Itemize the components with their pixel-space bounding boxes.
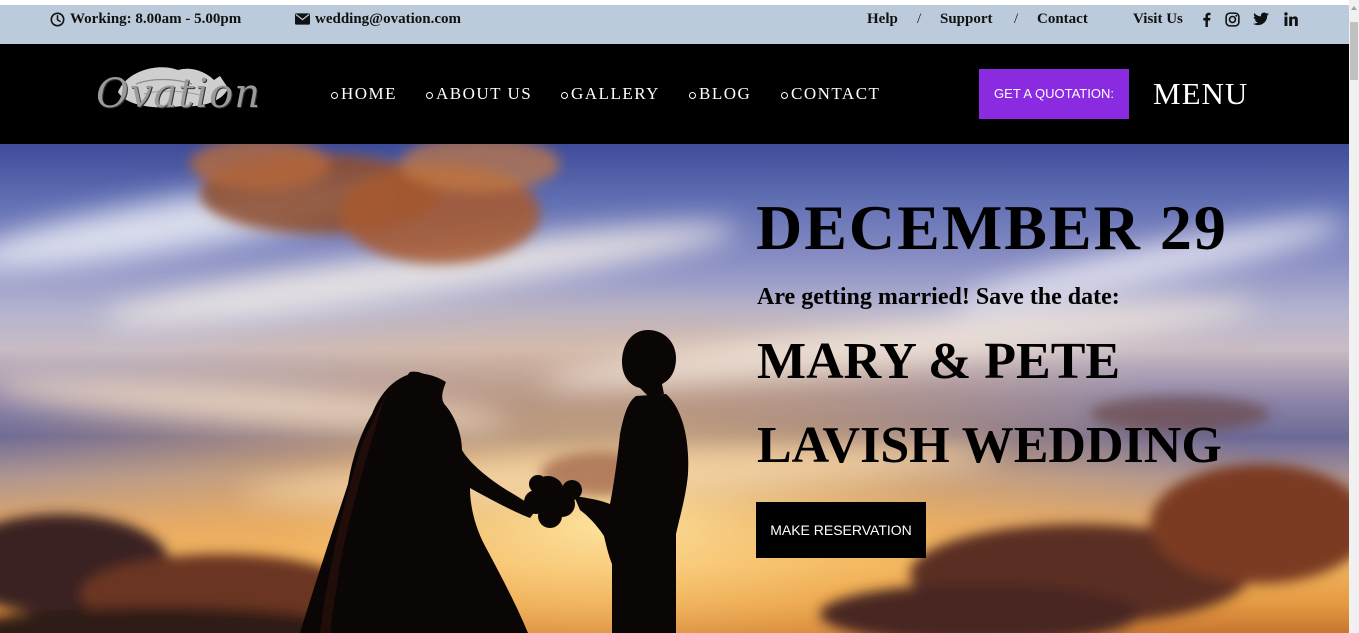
facebook-icon[interactable] xyxy=(1198,10,1214,28)
nav-item-label: GALLERY xyxy=(571,84,660,103)
linkedin-icon[interactable] xyxy=(1283,10,1299,28)
nav-item-label: HOME xyxy=(341,84,398,103)
page: Working: 8.00am - 5.00pm wedding@ovation… xyxy=(0,0,1359,633)
page-scrollbar[interactable] xyxy=(1349,0,1359,633)
nav-item-about-us[interactable]: ABOUT US xyxy=(426,84,532,104)
bullet-icon xyxy=(331,91,338,99)
help-link[interactable]: Help xyxy=(867,10,898,28)
nav-item-label: BLOG xyxy=(699,84,752,103)
bullet-icon xyxy=(689,91,696,99)
email-text[interactable]: wedding@ovation.com xyxy=(315,10,461,28)
instagram-icon[interactable] xyxy=(1224,10,1240,28)
hero-date: DECEMBER 29 xyxy=(756,192,1228,263)
bullet-icon xyxy=(426,91,433,99)
envelope-icon xyxy=(295,13,310,25)
main-navbar: Ovation HOME ABOUT US GALLERY BLOG CONTA… xyxy=(0,44,1349,144)
bullet-icon xyxy=(561,91,568,99)
event-title: LAVISH WEDDING xyxy=(757,417,1222,474)
nav-item-contact[interactable]: CONTACT xyxy=(781,84,880,104)
contact-link[interactable]: Contact xyxy=(1037,10,1088,28)
couple-names: MARY & PETE xyxy=(757,333,1121,390)
working-hours-text: Working: 8.00am - 5.00pm xyxy=(70,11,242,27)
nav-item-label: ABOUT US xyxy=(436,84,533,103)
scroll-up-arrow-icon[interactable] xyxy=(1351,6,1357,10)
nav-item-label: CONTACT xyxy=(791,84,881,103)
nav-item-home[interactable]: HOME xyxy=(331,84,397,104)
support-link[interactable]: Support xyxy=(940,10,993,28)
get-quotation-button[interactable]: GET A QUOTATION: xyxy=(979,69,1129,119)
working-hours: Working: 8.00am - 5.00pm xyxy=(50,10,241,28)
email-contact[interactable]: wedding@ovation.com xyxy=(295,10,461,28)
site-logo[interactable]: Ovation xyxy=(96,64,261,124)
hero-banner: DECEMBER 29 Are getting married! Save th… xyxy=(0,144,1349,633)
hero-subtitle: Are getting married! Save the date: xyxy=(757,284,1120,310)
separator: / xyxy=(1014,11,1019,27)
twitter-icon[interactable] xyxy=(1253,10,1269,28)
nav-item-gallery[interactable]: GALLERY xyxy=(561,84,660,104)
bullet-icon xyxy=(781,91,788,99)
menu-toggle[interactable]: MENU xyxy=(1153,74,1248,114)
visit-us-label: Visit Us xyxy=(1133,11,1183,27)
nav-item-blog[interactable]: BLOG xyxy=(689,84,751,104)
logo-text: Ovation xyxy=(96,71,261,117)
make-reservation-button[interactable]: MAKE RESERVATION xyxy=(756,502,926,558)
scroll-thumb[interactable] xyxy=(1350,22,1358,80)
top-info-bar: Working: 8.00am - 5.00pm wedding@ovation… xyxy=(0,0,1349,44)
clock-icon xyxy=(50,12,65,27)
separator: / xyxy=(917,11,922,27)
